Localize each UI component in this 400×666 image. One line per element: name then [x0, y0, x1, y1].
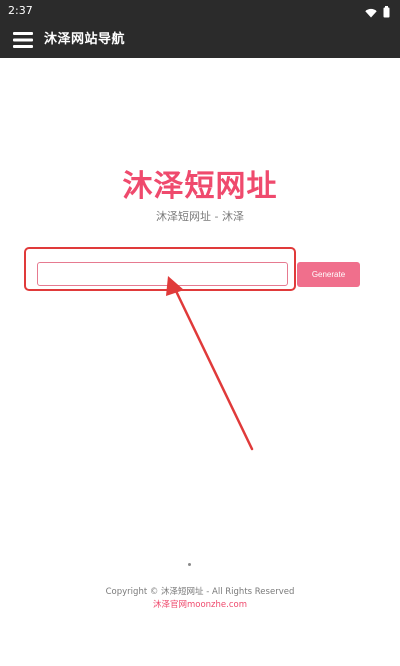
status-icons — [365, 3, 390, 22]
url-input[interactable] — [37, 262, 288, 286]
hero-title: 沐泽短网址 — [122, 169, 278, 204]
screen: 2:37 沐泽网站导航 沐泽短网址 沐泽短网址 - 沐泽 Generate Co… — [0, 0, 400, 666]
app-title: 沐泽网站导航 — [44, 32, 126, 47]
generate-button[interactable]: Generate — [297, 262, 360, 287]
hero-subtitle: 沐泽短网址 - 沐泽 — [156, 210, 244, 223]
footer-link-text: 沐泽官网moonzhe.com — [152, 600, 247, 610]
footer-copyright: Copyright © 沐泽短网址 - All Rights Reserved — [105, 587, 295, 597]
status-bar: 2:37 — [0, 0, 400, 22]
app-bar: 沐泽网站导航 — [0, 22, 400, 58]
wifi-icon — [365, 3, 377, 22]
hamburger-menu-icon[interactable] — [10, 27, 36, 53]
status-time: 2:37 — [8, 4, 33, 17]
divider-dot — [188, 563, 191, 566]
footer-site-link[interactable]: 沐泽官网moonzhe.com — [0, 599, 400, 611]
battery-icon — [383, 3, 390, 22]
annotation-arrow — [166, 276, 254, 451]
